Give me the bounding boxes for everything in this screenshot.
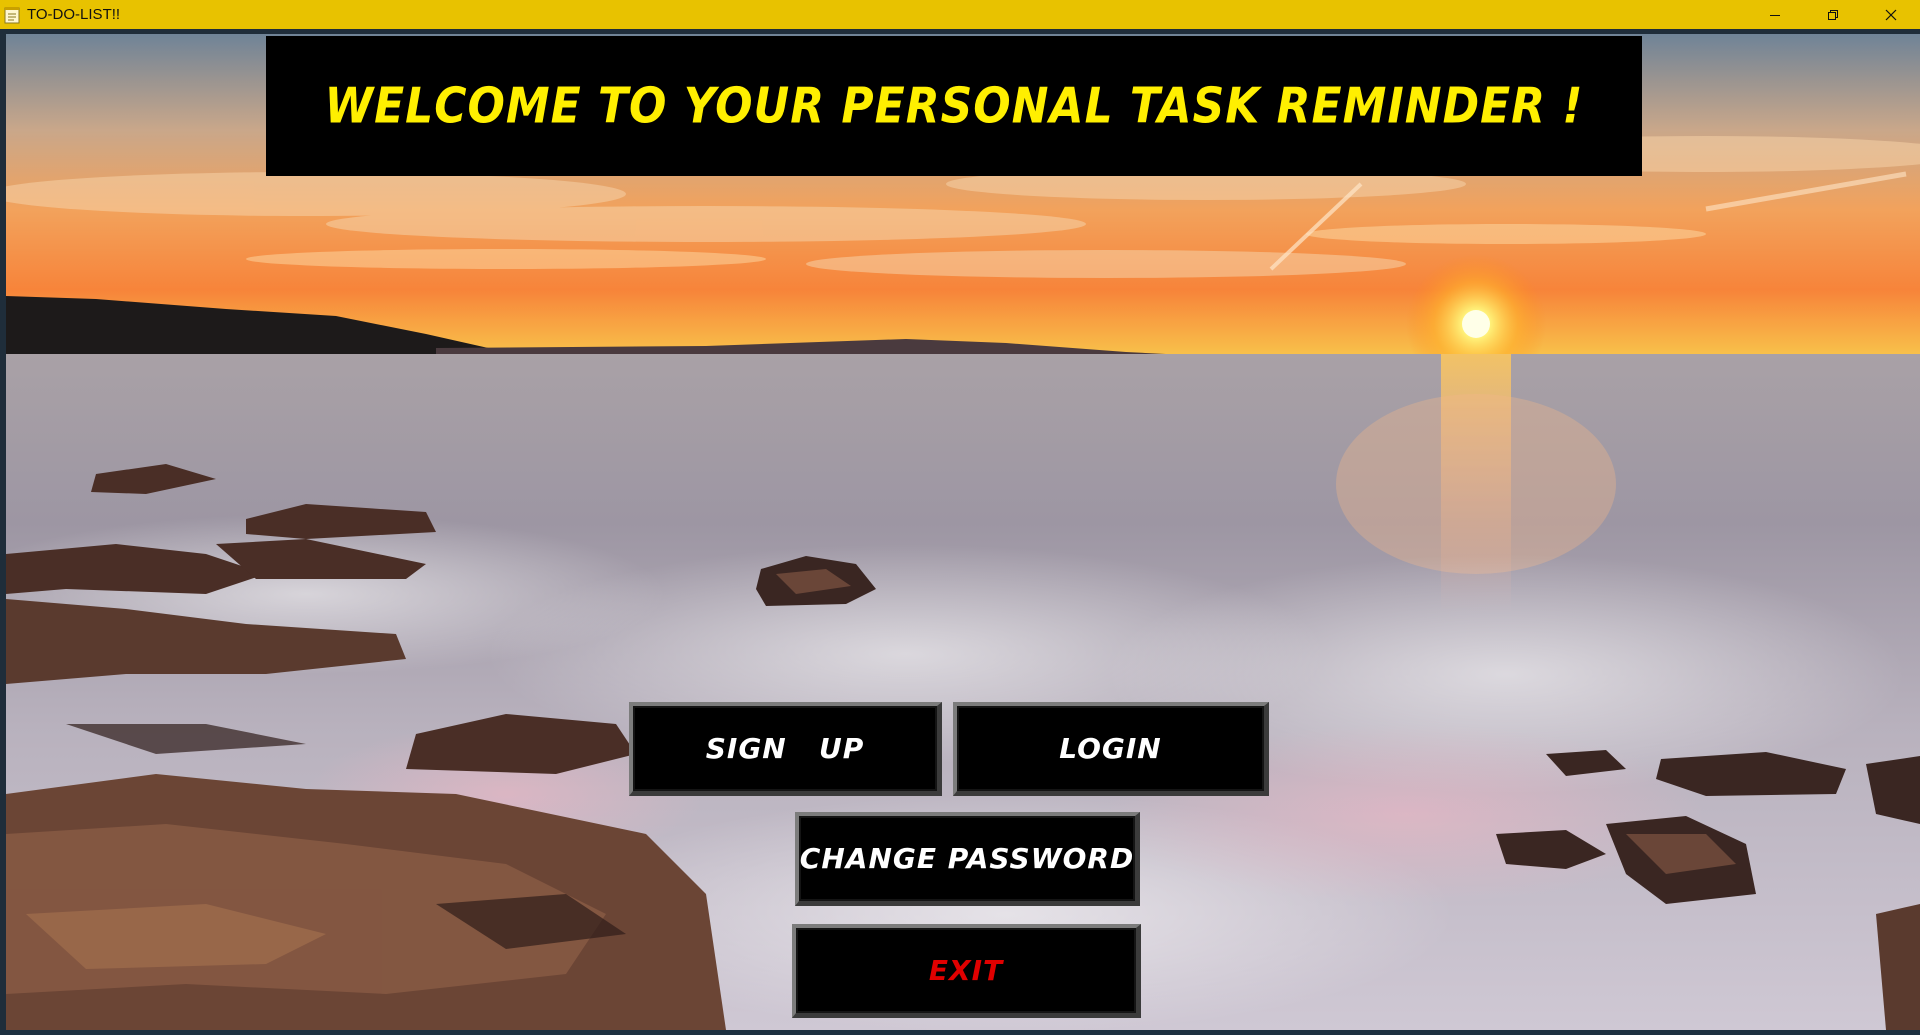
- app-window: TO-DO-LIST!! WELCOME TO YOUR PERSONAL TA…: [0, 0, 1920, 1035]
- main-panel: WELCOME TO YOUR PERSONAL TASK REMINDER !…: [6, 34, 1920, 1030]
- minimize-button[interactable]: [1746, 0, 1804, 29]
- notepad-app-icon: [4, 6, 20, 24]
- welcome-heading: WELCOME TO YOUR PERSONAL TASK REMINDER !: [324, 77, 1584, 135]
- minimize-icon: [1770, 14, 1780, 16]
- close-button[interactable]: [1862, 0, 1920, 29]
- exit-label: EXIT: [928, 954, 1004, 987]
- welcome-banner: WELCOME TO YOUR PERSONAL TASK REMINDER !: [266, 36, 1642, 176]
- restore-icon: [1828, 9, 1838, 20]
- window-controls: [1746, 0, 1920, 29]
- taskbar-edge: [0, 1030, 1920, 1035]
- close-icon: [1885, 9, 1897, 20]
- login-label: LOGIN: [1059, 732, 1162, 765]
- change-password-button[interactable]: CHANGE PASSWORD: [795, 812, 1140, 906]
- window-title: TO-DO-LIST!!: [27, 6, 121, 23]
- exit-button[interactable]: EXIT: [792, 924, 1141, 1018]
- change-password-label: CHANGE PASSWORD: [799, 842, 1135, 875]
- maximize-button[interactable]: [1804, 0, 1862, 29]
- sign-up-label: SIGN UP: [705, 732, 865, 765]
- title-bar[interactable]: TO-DO-LIST!!: [0, 0, 1920, 29]
- login-button[interactable]: LOGIN: [953, 702, 1269, 796]
- sign-up-button[interactable]: SIGN UP: [629, 702, 942, 796]
